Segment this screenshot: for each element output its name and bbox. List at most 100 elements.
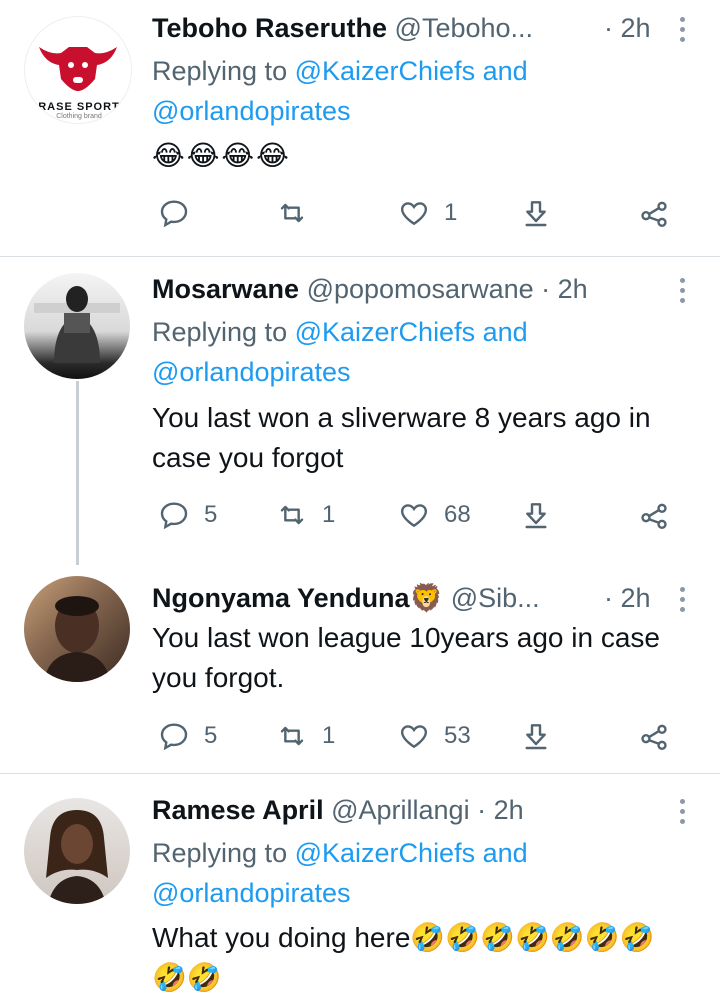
reply-button[interactable]: 5 xyxy=(158,716,217,756)
replying-to: Replying to @KaizerChiefs and xyxy=(152,52,528,90)
tweet-header: Mosarwane @popomosarwane · 2h xyxy=(152,271,640,307)
reply-icon xyxy=(160,502,188,530)
reply-icon xyxy=(160,723,188,751)
tweet-actions: 5 1 53 xyxy=(0,716,720,756)
reply-button[interactable] xyxy=(158,193,204,233)
replying-to-line2: @orlandopirates xyxy=(152,353,351,391)
replying-to: Replying to @KaizerChiefs and xyxy=(152,313,528,351)
mention-link[interactable]: @orlandopirates xyxy=(152,96,351,126)
more-icon[interactable] xyxy=(672,14,692,44)
mention-link[interactable]: @orlandopirates xyxy=(152,878,351,908)
like-icon xyxy=(400,725,428,749)
tweet-actions: 1 xyxy=(0,193,720,233)
mention-link[interactable]: @KaizerChiefs xyxy=(295,56,475,86)
tweet-body: 😂😂😂😂 xyxy=(152,140,291,171)
like-button[interactable]: 68 xyxy=(398,495,471,535)
replying-prefix: Replying to xyxy=(152,317,288,347)
more-icon[interactable] xyxy=(672,275,692,305)
like-count: 53 xyxy=(444,722,471,749)
download-icon xyxy=(525,503,547,529)
download-icon xyxy=(525,201,547,227)
share-icon xyxy=(641,503,667,529)
like-icon xyxy=(400,202,428,226)
display-name[interactable]: Mosarwane xyxy=(152,274,299,304)
reply-button[interactable]: 5 xyxy=(158,495,217,535)
tweet-header: Teboho Raseruthe @Teboho... xyxy=(152,10,590,46)
mention-link[interactable]: @orlandopirates xyxy=(152,357,351,387)
display-name[interactable]: Ramese April xyxy=(152,795,324,825)
user-handle[interactable]: @popomosarwane xyxy=(307,274,534,304)
retweet-button[interactable]: 1 xyxy=(276,716,335,756)
tweet-3[interactable]: Ngonyama Yenduna🦁 @Sib... · 2h You last … xyxy=(0,566,720,772)
tweet-header: Ramese April @Aprillangi · 2h xyxy=(152,792,640,828)
mention-link[interactable]: @KaizerChiefs xyxy=(295,838,475,868)
download-button[interactable] xyxy=(520,716,552,756)
avatar[interactable] xyxy=(24,576,130,682)
replying-prefix: Replying to xyxy=(152,56,288,86)
user-handle[interactable]: @Aprillangi xyxy=(331,795,469,825)
tweet-body: You last won a sliverware 8 years ago in… xyxy=(152,398,702,478)
tweet-body: You last won league 10years ago in case … xyxy=(152,618,702,698)
tweet-body-line: You last won league 10years ago in case xyxy=(152,622,660,653)
timestamp[interactable]: · 2h xyxy=(477,795,524,825)
share-button[interactable] xyxy=(638,193,670,233)
like-count: 68 xyxy=(444,501,471,528)
tweet-body: What you doing here🤣🤣🤣🤣🤣🤣🤣 🤣🤣 xyxy=(152,918,702,998)
display-name[interactable]: Teboho Raseruthe xyxy=(152,13,387,43)
avatar[interactable]: RASE SPORT Clothing brand xyxy=(24,16,132,124)
user-handle[interactable]: @Teboho... xyxy=(395,13,534,43)
download-icon xyxy=(525,724,547,750)
tweet-1[interactable]: RASE SPORT Clothing brand Teboho Raserut… xyxy=(0,0,720,256)
retweet-button[interactable] xyxy=(276,193,322,233)
avatar-photo xyxy=(34,286,120,363)
tweet-body-line: case you forgot xyxy=(152,442,344,473)
like-icon xyxy=(400,504,428,528)
share-icon xyxy=(641,724,667,750)
avatar-photo xyxy=(46,810,108,904)
retweet-icon xyxy=(280,726,304,746)
tweet-body-line: You last won a sliverware 8 years ago in xyxy=(152,402,651,433)
timestamp[interactable]: · 2h xyxy=(541,274,588,304)
replying-to: Replying to @KaizerChiefs and xyxy=(152,834,528,872)
timestamp[interactable]: · 2h xyxy=(604,10,651,46)
tweet-4[interactable]: Ramese April @Aprillangi · 2h Replying t… xyxy=(0,774,720,1000)
download-button[interactable] xyxy=(520,193,552,233)
share-icon xyxy=(641,201,667,227)
mention-and[interactable]: and xyxy=(483,838,528,868)
reply-count: 5 xyxy=(204,501,218,528)
tweet-actions: 5 1 68 xyxy=(0,495,720,535)
tweet-body-line: What you doing here🤣🤣🤣🤣🤣🤣🤣 xyxy=(152,922,655,953)
avatar-brand-text: RASE SPORT xyxy=(38,101,120,113)
timestamp[interactable]: · 2h xyxy=(604,580,651,616)
share-button[interactable] xyxy=(638,495,670,535)
replying-to-line2: @orlandopirates xyxy=(152,92,351,130)
tweet-body-line: 🤣🤣 xyxy=(152,962,222,993)
replying-to-line2: @orlandopirates xyxy=(152,874,351,912)
mention-and[interactable]: and xyxy=(483,317,528,347)
more-icon[interactable] xyxy=(672,796,692,826)
retweet-icon xyxy=(280,505,304,525)
avatar[interactable] xyxy=(24,798,130,904)
reply-icon xyxy=(160,200,188,228)
retweet-button[interactable]: 1 xyxy=(276,495,335,535)
retweet-icon xyxy=(280,203,304,223)
thread-line xyxy=(76,381,79,565)
avatar-photo xyxy=(44,596,110,682)
user-handle[interactable]: @Sib... xyxy=(451,583,540,613)
more-icon[interactable] xyxy=(672,584,692,614)
retweet-count: 1 xyxy=(322,501,336,528)
replying-prefix: Replying to xyxy=(152,838,288,868)
download-button[interactable] xyxy=(520,495,552,535)
like-button[interactable]: 53 xyxy=(398,716,471,756)
tweet-body-line: you forgot. xyxy=(152,662,285,693)
tweet-2[interactable]: Mosarwane @popomosarwane · 2h Replying t… xyxy=(0,257,720,565)
tweet-header: Ngonyama Yenduna🦁 @Sib... xyxy=(152,580,560,616)
avatar[interactable] xyxy=(24,273,130,379)
mention-and[interactable]: and xyxy=(483,56,528,86)
retweet-count: 1 xyxy=(322,722,336,749)
like-button[interactable]: 1 xyxy=(398,193,457,233)
display-name[interactable]: Ngonyama Yenduna🦁 xyxy=(152,583,443,613)
mention-link[interactable]: @KaizerChiefs xyxy=(295,317,475,347)
share-button[interactable] xyxy=(638,716,670,756)
reply-count: 5 xyxy=(204,722,218,749)
